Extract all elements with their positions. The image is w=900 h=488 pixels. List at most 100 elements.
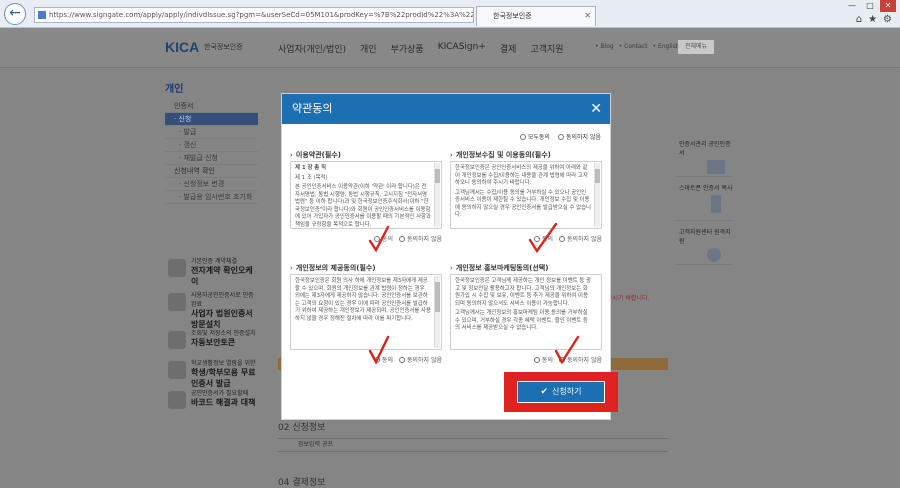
token-icon xyxy=(168,331,186,349)
util-contact[interactable]: • Contact xyxy=(619,43,648,50)
browser-tab[interactable]: 한국정보인증 ✕ xyxy=(476,6,596,26)
promo-small-text: 공인인증서가 필요할때 xyxy=(191,390,249,397)
settings-icon[interactable]: ⚙ xyxy=(883,14,892,25)
promo-court-cert[interactable]: 사용자공인인증서로 인증 완료 사업자 법원인증서 방문설치 xyxy=(165,290,258,329)
gnb-item-business[interactable]: 사업자(개인/법인) xyxy=(278,42,346,55)
section-payment-info: 04 결제정보 xyxy=(278,478,326,488)
terms-modal: 약관동의 ✕ 모두동의 동의하지 않음 › 이용약관(필수) 제 1 장 총 칙 … xyxy=(281,93,611,420)
disagree-radio[interactable]: 동의하지 않음 xyxy=(398,234,442,243)
lnb-item-apply[interactable]: · 신청 xyxy=(165,113,258,126)
site-logo[interactable]: KICA xyxy=(165,39,199,55)
favorites-icon[interactable]: ★ xyxy=(868,14,877,25)
agree-all-radio[interactable]: 모두동의 xyxy=(519,132,550,141)
red-checkmark-icon xyxy=(368,225,390,253)
global-nav: 사업자(개인/법인) 개인 부가상품 KICASign+ 결제 고객지원 xyxy=(278,42,564,55)
promo-barcode[interactable]: 공인인증서가 필요할때 바코드 해결과 대책 xyxy=(165,388,258,414)
scrollbar[interactable] xyxy=(434,276,440,348)
minimize-icon[interactable]: — xyxy=(844,0,860,12)
lnb-item-history[interactable]: 신청내역 확인 xyxy=(165,165,258,178)
disagree-all-radio[interactable]: 동의하지 않음 xyxy=(557,132,601,141)
site-header: KICA 한국정보인증 사업자(개인/법인) 개인 부가상품 KICASign+… xyxy=(0,28,900,68)
checkmark-icon: ✔ xyxy=(540,387,549,397)
lnb-item-reset-temp[interactable]: · 발급용 임시번호 조기화 xyxy=(165,191,258,204)
promo-bold-text: 전자계약 확인오케이 xyxy=(191,266,253,286)
quick-smartphone-copy[interactable]: 스마트폰 인증서 복사 xyxy=(675,177,733,221)
promo-bold-text: 자동보안토큰 xyxy=(191,338,236,347)
close-icon[interactable]: ✕ xyxy=(590,94,602,124)
contract-icon xyxy=(168,259,186,277)
lnb-item-change-info[interactable]: · 신청정보 변경 xyxy=(165,178,258,191)
all-menu-button[interactable]: 전체메뉴 xyxy=(678,40,714,54)
close-window-icon[interactable]: ✕ xyxy=(880,0,896,12)
quick-label: 인증서관리 공인인증서 xyxy=(679,141,731,157)
browser-toolbar: ← https://www.signgate.com/apply/apply/i… xyxy=(0,0,900,28)
radio-label: 동의하지 않음 xyxy=(565,134,601,141)
lnb-item-reissue[interactable]: · 재발급 신청 xyxy=(165,152,258,165)
term-text-box[interactable]: 한국정보인증은 공인인증서비스의 제공을 위하여 아래와 같이 개인정보를 수집… xyxy=(450,161,602,229)
radio-icon xyxy=(557,134,564,140)
promo-small-text: 학교생활정보 열람을 위한 xyxy=(191,360,256,367)
gnb-item-support[interactable]: 고객지원 xyxy=(530,42,563,55)
term-title: › 이용약관(필수) xyxy=(290,151,341,159)
gnb-item-addons[interactable]: 부가상품 xyxy=(391,42,424,55)
section-apply-info: 02 신청정보 xyxy=(278,423,326,433)
term-privacy-collect: › 개인정보수집 및 이용동의(필수) 한국정보인증은 공인인증서비스의 제공을 … xyxy=(450,149,602,252)
gnb-item-personal[interactable]: 개인 xyxy=(360,42,377,55)
quick-remote-support[interactable]: 고객지원센터 원격지원 xyxy=(675,221,733,265)
chevron-right-icon: › xyxy=(290,151,293,159)
scrollbar[interactable] xyxy=(434,163,440,227)
promo-bold-text: 학생/학부모용 무료인증서 발급 xyxy=(191,368,256,388)
modal-title: 약관동의 xyxy=(292,102,333,115)
back-icon[interactable]: ← xyxy=(4,3,26,25)
chevron-right-icon: › xyxy=(290,264,293,272)
promo-token[interactable]: 조회및 저장소의 인증설치 자동보안토큰 xyxy=(165,328,258,354)
promo-bold-text: 바코드 해결과 대책 xyxy=(191,398,256,407)
lnb-title: 개인 xyxy=(165,84,184,95)
term-text-box[interactable]: 제 1 장 총 칙 제 1 조 (목적) 본 공인인증서비스 이용약관(이하 '… xyxy=(290,161,442,229)
quick-cert-manage[interactable]: 인증서관리 공인인증서 xyxy=(675,133,733,177)
headset-icon xyxy=(707,248,721,262)
url-text: https://www.signgate.com/apply/apply/ind… xyxy=(49,11,474,19)
maximize-icon[interactable]: □ xyxy=(862,0,878,12)
promo-student[interactable]: 학교생활정보 열람을 위한 학생/학부모용 무료인증서 발급 xyxy=(165,358,258,388)
term-title: › 개인정보의 제공동의(필수) xyxy=(290,264,376,272)
home-icon[interactable]: ⌂ xyxy=(856,14,862,25)
term-radios: 동의 동의하지 않음 xyxy=(290,234,442,243)
apply-button[interactable]: ✔ 신청하기 xyxy=(517,381,605,403)
term-radios: 동의 동의하지 않음 xyxy=(290,355,442,364)
apply-button-label: 신청하기 xyxy=(552,387,582,396)
tab-close-icon[interactable]: ✕ xyxy=(584,7,591,25)
red-checkmark-icon xyxy=(368,335,390,365)
term-text-box[interactable]: 한국정보인증은 회원 의사 하에 개인정보를 제3자에게 제공할 수 있으며, … xyxy=(290,274,442,350)
promo-small-text: 기본인증 계약체결 xyxy=(191,258,238,265)
util-blog[interactable]: • Blog xyxy=(595,43,614,50)
lnb-item-certificate[interactable]: 인증서 xyxy=(165,100,258,113)
agree-radio[interactable]: 동의 xyxy=(533,355,553,364)
promo-econtract[interactable]: 기본인증 계약체결 전자계약 확인오케이 xyxy=(165,256,258,286)
disagree-radio[interactable]: 동의하지 않음 xyxy=(398,355,442,364)
promo-small-text: 사용자공인인증서로 인증 완료 xyxy=(191,292,254,308)
lnb-item-renew[interactable]: · 갱신 xyxy=(165,139,258,152)
lnb-item-issue[interactable]: · 발급 xyxy=(165,126,258,139)
lock-icon xyxy=(38,11,46,19)
chevron-right-icon: › xyxy=(450,151,453,159)
address-bar[interactable]: https://www.signgate.com/apply/apply/ind… xyxy=(34,7,474,23)
term-title: › 개인정보 홍보마케팅동의(선택) xyxy=(450,264,549,272)
smartphone-icon xyxy=(711,195,721,213)
quick-label: 고객지원센터 원격지원 xyxy=(679,229,731,245)
agree-all-group: 모두동의 동의하지 않음 xyxy=(519,132,601,141)
gnb-item-payment[interactable]: 결제 xyxy=(500,42,517,55)
utility-links: • Blog • Contact • English xyxy=(595,43,680,50)
window-controls: — □ ✕ xyxy=(844,0,896,12)
quick-menu: 인증서관리 공인인증서 스마트폰 인증서 복사 고객지원센터 원격지원 xyxy=(675,133,733,265)
court-icon xyxy=(168,293,186,311)
gnb-item-kicasign[interactable]: KICASign+ xyxy=(438,42,486,55)
util-english[interactable]: • English xyxy=(653,43,680,50)
term-privacy-provide: › 개인정보의 제공동의(필수) 한국정보인증은 회원 의사 하에 개인정보를 제… xyxy=(290,262,442,365)
scrollbar[interactable] xyxy=(594,163,600,227)
disagree-radio[interactable]: 동의하지 않음 xyxy=(558,234,602,243)
term-usage: › 이용약관(필수) 제 1 장 총 칙 제 1 조 (목적) 본 공인인증서비스… xyxy=(290,149,442,252)
red-checkmark-icon xyxy=(528,222,558,254)
radio-icon xyxy=(519,134,526,140)
red-checkmark-icon xyxy=(554,335,580,365)
